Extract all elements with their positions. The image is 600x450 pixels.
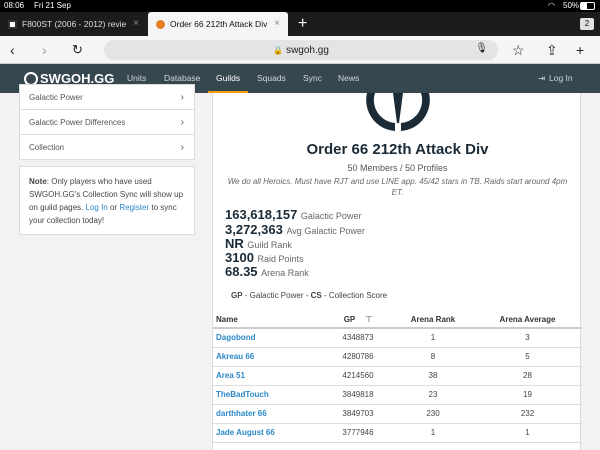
status-time: 08:06 [4, 1, 25, 10]
status-date: Fri 21 Sep [34, 1, 71, 10]
collection-sync-note: Note: Only players who have used SWGOH.G… [19, 166, 195, 235]
stat-guild-rank: NR Guild Rank [225, 236, 292, 251]
col-gp[interactable]: GP ⊤ [323, 311, 393, 329]
status-battery: 50% [563, 1, 580, 10]
status-bar: 08:06 Fri 21 Sep ◠ 50% [0, 0, 600, 12]
guild-title: Order 66 212th Attack Div [306, 141, 489, 158]
bookmark-star-icon[interactable]: ☆ [512, 42, 525, 58]
sidebar-item-galactic-power[interactable]: Galactic Power › [20, 85, 194, 110]
stat-arena-rank: 68.35 Arena Rank [225, 264, 309, 279]
url-text: swgoh.gg [286, 44, 329, 56]
nav-units[interactable]: Units [127, 73, 146, 83]
close-tab-icon[interactable]: × [133, 18, 139, 29]
members-table: Name GP ⊤ Arena Rank Arena Average Dagob… [213, 311, 582, 443]
reload-icon[interactable]: ↻ [72, 42, 83, 58]
tab-f800st[interactable]: F800ST (2006 - 2012) revie × [0, 12, 147, 36]
close-tab-icon[interactable]: × [274, 18, 280, 29]
member-link[interactable]: Jade August 66 [213, 423, 323, 443]
forward-icon[interactable]: › [42, 42, 47, 58]
register-link[interactable]: Register [119, 203, 149, 212]
table-row: Jade August 66 3777946 1 1 [213, 423, 582, 443]
guild-description: We do all Heroics. Must have RJT and use… [227, 177, 568, 197]
nav-login[interactable]: Log In [549, 73, 573, 83]
login-link[interactable]: Log In [86, 203, 108, 212]
guild-members: 50 Members / 50 Profiles [347, 163, 448, 173]
nav-sync[interactable]: Sync [303, 73, 322, 83]
tab-label: F800ST (2006 - 2012) revie [22, 19, 127, 29]
login-icon[interactable]: ⇥ [538, 73, 545, 84]
wifi-icon: ◠ [548, 1, 555, 10]
nav-news[interactable]: News [338, 73, 359, 83]
sidebar-menu: Galactic Power › Galactic Power Differenc… [19, 84, 195, 160]
url-bar: ‹ › ↻ 🔒 swgoh.gg 🎙 ☆ ⇪ + [0, 36, 600, 64]
address-field[interactable]: 🔒 swgoh.gg 🎙 [104, 40, 498, 60]
score-legend: GP - Galactic Power - CS - Collection Sc… [231, 291, 388, 300]
battery-icon [580, 2, 595, 10]
sidebar-item-gp-differences[interactable]: Galactic Power Differences › [20, 110, 194, 135]
nav-database[interactable]: Database [164, 73, 200, 83]
member-link[interactable]: darthhater 66 [213, 404, 323, 424]
table-row: Akreau 66 4280786 8 5 [213, 347, 582, 367]
stat-galactic-power: 163,618,157 Galactic Power [225, 207, 362, 222]
tab-label: Order 66 212th Attack Div [170, 19, 268, 29]
guild-panel: Order 66 212th Attack Div 50 Members / 5… [212, 93, 582, 450]
site-favicon-icon [8, 19, 17, 29]
col-name[interactable]: Name [213, 311, 323, 329]
stat-raid-points: 3100 Raid Points [225, 250, 304, 265]
sidebar-item-collection[interactable]: Collection › [20, 135, 194, 160]
table-row: Dagobond 4348873 1 3 [213, 328, 582, 348]
nav-guilds[interactable]: Guilds [216, 73, 240, 83]
tab-order66[interactable]: Order 66 212th Attack Div × [148, 12, 288, 36]
col-arena-average[interactable]: Arena Average [473, 311, 582, 329]
microphone-icon[interactable]: 🎙 [475, 43, 488, 54]
back-icon[interactable]: ‹ [10, 42, 15, 58]
member-link[interactable]: Area 51 [213, 366, 323, 386]
table-header-row: Name GP ⊤ Arena Rank Arena Average [213, 311, 582, 329]
tab-count-button[interactable]: 2 [580, 18, 594, 30]
chevron-right-icon: › [180, 91, 184, 103]
stat-avg-gp: 3,272,363 Avg Galactic Power [225, 222, 365, 237]
add-tab-icon[interactable]: + [576, 42, 584, 58]
swgoh-favicon-icon [156, 19, 165, 29]
member-link[interactable]: Akreau 66 [213, 347, 323, 367]
member-link[interactable]: Dagobond [213, 328, 323, 348]
new-tab-button[interactable]: + [298, 15, 307, 33]
table-row: darthhater 66 3849703 230 232 [213, 404, 582, 424]
col-arena-rank[interactable]: Arena Rank [393, 311, 473, 329]
nav-squads[interactable]: Squads [257, 73, 286, 83]
chevron-right-icon: › [180, 116, 184, 128]
lock-icon: 🔒 [273, 45, 284, 55]
chevron-right-icon: › [180, 142, 184, 153]
tab-bar: F800ST (2006 - 2012) revie × Order 66 21… [0, 12, 600, 36]
sort-filter-icon[interactable]: ⊤ [365, 315, 372, 324]
table-row: Area 51 4214560 38 28 [213, 366, 582, 386]
share-icon[interactable]: ⇪ [546, 42, 558, 58]
member-link[interactable]: TheBadTouch [213, 385, 323, 405]
guild-emblem-icon [366, 93, 430, 131]
table-row: TheBadTouch 3849818 23 19 [213, 385, 582, 405]
